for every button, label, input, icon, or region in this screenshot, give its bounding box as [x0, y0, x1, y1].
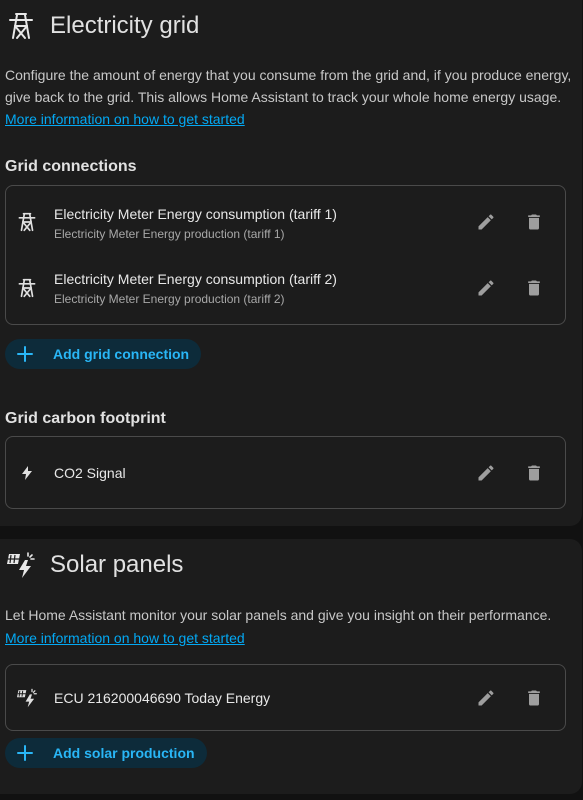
solar-card-header: Solar panels [0, 539, 582, 591]
grid-connections-title: Grid connections [5, 158, 137, 175]
lightning-bolt-icon [15, 461, 39, 485]
solar-production-list: ECU 216200046690 Today Energy [5, 664, 566, 731]
grid-carbon-title: Grid carbon footprint [5, 410, 166, 427]
delete-icon[interactable] [522, 461, 546, 485]
solar-card-title: Solar panels [50, 551, 184, 578]
transmission-tower-icon [7, 12, 35, 40]
grid-connection-production: Electricity Meter Energy production (tar… [54, 227, 285, 241]
edit-icon[interactable] [474, 210, 498, 234]
edit-icon[interactable] [474, 276, 498, 300]
plus-icon [5, 745, 45, 761]
solar-more-info-link[interactable]: More information on how to get started [5, 630, 245, 646]
edit-icon[interactable] [474, 686, 498, 710]
grid-carbon-list: CO2 Signal [5, 436, 566, 509]
add-solar-production-label: Add solar production [53, 745, 195, 761]
delete-icon[interactable] [522, 276, 546, 300]
grid-connection-row: Electricity Meter Energy consumption (ta… [6, 255, 565, 321]
add-grid-connection-button[interactable]: Add grid connection [5, 339, 202, 369]
grid-card-title: Electricity grid [50, 12, 200, 39]
grid-connections-list: Electricity Meter Energy consumption (ta… [5, 185, 566, 325]
solar-power-icon [15, 686, 39, 710]
add-grid-connection-label: Add grid connection [53, 346, 190, 362]
carbon-row: CO2 Signal [6, 440, 565, 506]
solar-production-row: ECU 216200046690 Today Energy [6, 665, 565, 731]
solar-panels-card: Solar panels Let Home Assistant monitor … [0, 539, 582, 794]
transmission-tower-icon [15, 276, 39, 300]
delete-icon[interactable] [522, 210, 546, 234]
transmission-tower-icon [15, 210, 39, 234]
grid-connection-row: Electricity Meter Energy consumption (ta… [6, 189, 565, 255]
co2-signal-label: CO2 Signal [54, 465, 126, 481]
grid-connection-consumption: Electricity Meter Energy consumption (ta… [54, 206, 337, 222]
solar-power-icon [7, 551, 35, 579]
grid-description: Configure the amount of energy that you … [5, 67, 572, 105]
grid-connection-production: Electricity Meter Energy production (tar… [54, 292, 285, 306]
edit-icon[interactable] [474, 461, 498, 485]
delete-icon[interactable] [522, 686, 546, 710]
add-solar-production-button[interactable]: Add solar production [5, 738, 207, 768]
grid-card-header: Electricity grid [0, 0, 582, 52]
solar-production-label: ECU 216200046690 Today Energy [54, 690, 271, 706]
solar-description: Let Home Assistant monitor your solar pa… [5, 607, 552, 623]
plus-icon [5, 346, 45, 362]
grid-more-info-link[interactable]: More information on how to get started [5, 111, 245, 127]
grid-connection-consumption: Electricity Meter Energy consumption (ta… [54, 271, 337, 287]
electricity-grid-card: Electricity grid Configure the amount of… [0, 0, 582, 526]
